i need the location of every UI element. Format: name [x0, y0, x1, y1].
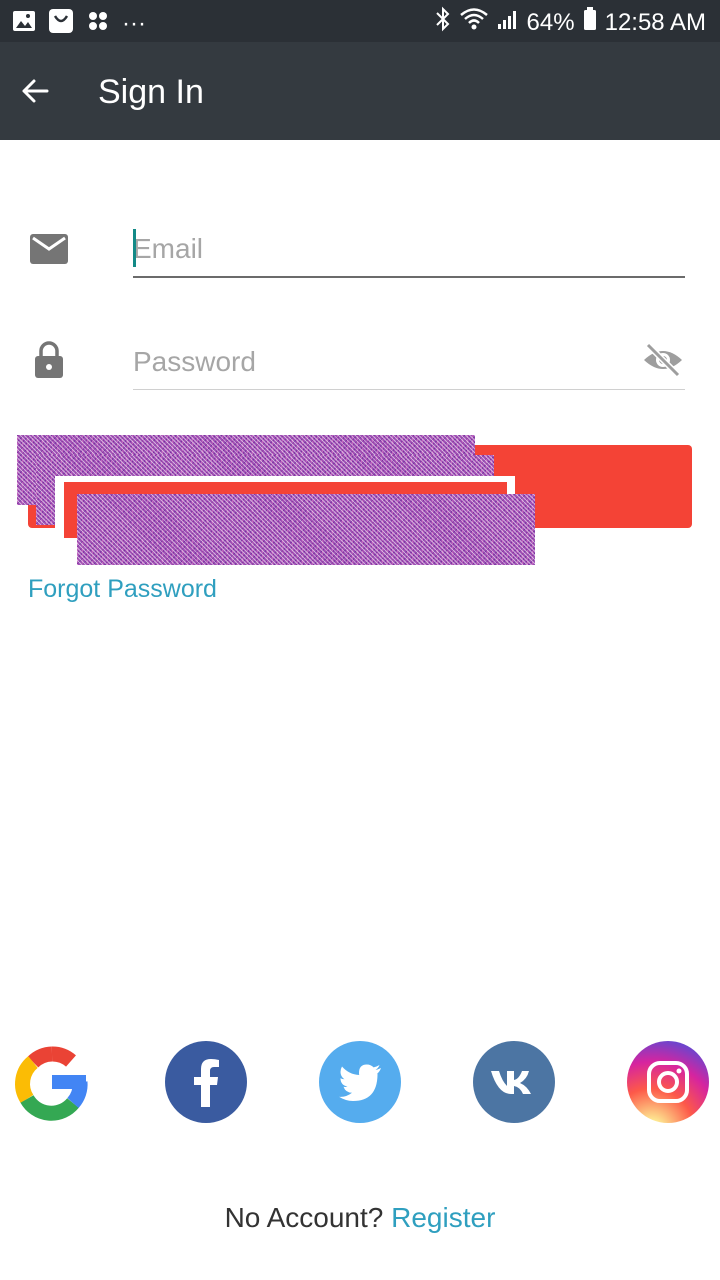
back-button[interactable] — [10, 66, 60, 116]
vk-login-button[interactable] — [473, 1041, 555, 1123]
facebook-icon — [194, 1059, 219, 1107]
footer: No Account? Register — [0, 1202, 720, 1234]
bluetooth-icon — [435, 6, 451, 39]
app-bar: Sign In — [0, 42, 720, 140]
clock: 12:58 AM — [604, 8, 706, 36]
twitter-icon — [339, 1064, 381, 1101]
signal-icon — [497, 8, 519, 37]
shopping-bag-icon — [48, 8, 74, 39]
page-title: Sign In — [98, 73, 204, 111]
more-notifications: ··· — [122, 9, 146, 37]
twitter-login-button[interactable] — [319, 1041, 401, 1123]
text-cursor — [133, 229, 136, 267]
no-account-text: No Account? — [224, 1202, 384, 1233]
instagram-icon — [647, 1061, 689, 1103]
google-icon — [15, 1046, 88, 1121]
wifi-icon — [459, 7, 489, 38]
forgot-password-link[interactable]: Forgot Password — [28, 575, 217, 604]
redaction-overlay — [77, 494, 535, 565]
arrow-left-icon — [22, 79, 49, 103]
battery-icon — [583, 7, 597, 38]
gallery-icon — [12, 9, 36, 38]
email-field[interactable] — [133, 222, 685, 278]
register-link[interactable]: Register — [391, 1202, 495, 1233]
google-login-button[interactable] — [11, 1041, 93, 1123]
vk-icon — [491, 1071, 531, 1094]
password-field[interactable] — [133, 334, 685, 390]
battery-percent: 64% — [526, 8, 575, 36]
facebook-login-button[interactable] — [165, 1041, 247, 1123]
instagram-login-button[interactable] — [627, 1041, 709, 1123]
mail-icon — [30, 234, 68, 269]
lock-icon — [34, 341, 64, 384]
eye-off-icon[interactable] — [642, 342, 684, 383]
status-bar: ··· 64% 12:58 AM — [0, 0, 720, 42]
pinwheel-icon — [86, 9, 110, 38]
